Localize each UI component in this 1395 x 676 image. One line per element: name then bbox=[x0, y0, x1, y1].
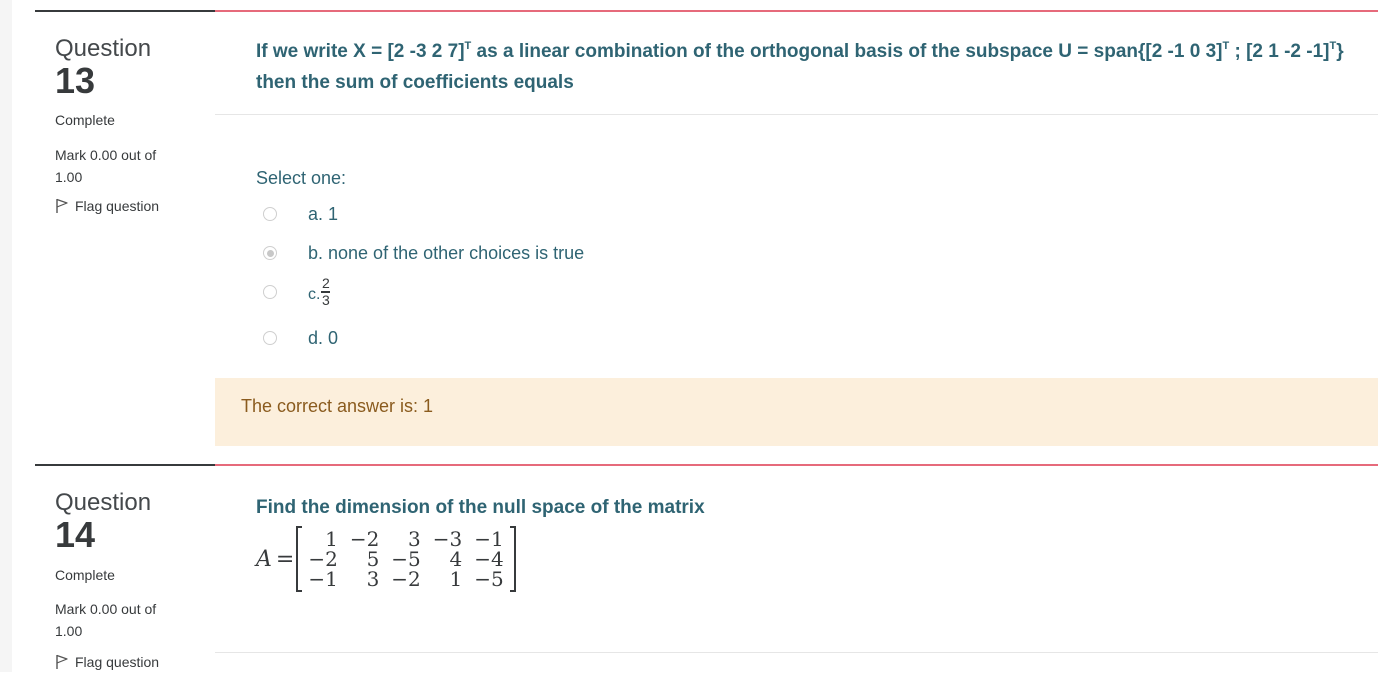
matrix-right-bracket bbox=[509, 526, 516, 592]
question-grade: Mark 0.00 out of 1.00 bbox=[55, 601, 157, 639]
matrix-cell: −4 bbox=[474, 547, 504, 571]
question-text: If we write X = [2 -3 2 7]T as a linear … bbox=[256, 36, 1348, 98]
feedback-box: The correct answer is: 1 bbox=[215, 378, 1378, 446]
answer-option-d[interactable]: d. 0 bbox=[256, 326, 856, 350]
flag-question-label: Flag question bbox=[75, 198, 160, 214]
question-content: Find the dimension of the null space of … bbox=[215, 464, 1378, 676]
option-c-fraction: 2 3 bbox=[321, 275, 331, 308]
question-text-part: If we write X = [2 -3 2 7] bbox=[256, 41, 465, 62]
option-c-label: c. 2 3 bbox=[308, 275, 331, 308]
matrix-cell: −2 bbox=[391, 567, 421, 591]
flag-question-label: Flag question bbox=[75, 654, 160, 670]
question-text-area: If we write X = [2 -3 2 7]T as a linear … bbox=[215, 12, 1378, 115]
select-one-prompt: Select one: bbox=[256, 168, 347, 188]
matrix-cell: 5 bbox=[366, 547, 380, 571]
question-label: Question bbox=[55, 35, 152, 62]
radio-b[interactable] bbox=[263, 246, 277, 260]
matrix-cell: −2 bbox=[308, 547, 338, 571]
option-b-label: b. none of the other choices is true bbox=[308, 242, 585, 263]
radio-a[interactable] bbox=[263, 207, 277, 221]
answer-option-a[interactable]: a. 1 bbox=[256, 202, 856, 226]
matrix-row: −2 5 −5 4 −4 bbox=[302, 549, 509, 569]
flag-question-link[interactable]: Flag question bbox=[55, 198, 159, 214]
question-text-part: ; [2 1 -2 -1] bbox=[1229, 41, 1330, 62]
radio-c[interactable] bbox=[263, 285, 277, 299]
question-number: 13 bbox=[55, 60, 96, 101]
question-text-part: as a linear combination of the orthogona… bbox=[471, 41, 1223, 62]
matrix-row: −1 3 −2 1 −5 bbox=[302, 569, 509, 589]
answer-option-b[interactable]: b. none of the other choices is true bbox=[256, 241, 856, 265]
question-13: Question 13 Complete Mark 0.00 out of 1.… bbox=[35, 10, 1378, 446]
question-text-area: Find the dimension of the null space of … bbox=[215, 466, 1378, 653]
matrix-cell: −5 bbox=[391, 547, 421, 571]
matrix-cell: 3 bbox=[408, 527, 421, 551]
question-state: Complete bbox=[55, 112, 115, 128]
matrix-cell: −1 bbox=[308, 567, 338, 591]
flag-question-link[interactable]: Flag question bbox=[55, 654, 159, 670]
matrix-cell: −5 bbox=[474, 567, 504, 591]
flag-icon bbox=[56, 198, 68, 213]
option-a-label: a. 1 bbox=[308, 203, 339, 224]
answer-option-c[interactable]: c. 2 3 bbox=[256, 275, 856, 308]
fraction-numerator: 2 bbox=[322, 275, 330, 292]
question-state: Complete bbox=[55, 567, 115, 583]
question-info: Question 13 Complete Mark 0.00 out of 1.… bbox=[35, 10, 215, 448]
matrix-cell: 1 bbox=[449, 567, 463, 591]
question-text: Find the dimension of the null space of … bbox=[256, 497, 705, 518]
question-number: 14 bbox=[55, 514, 96, 555]
matrix-cell: 3 bbox=[366, 567, 380, 591]
right-answer: The correct answer is: 1 bbox=[241, 396, 434, 416]
question-content: If we write X = [2 -3 2 7]T as a linear … bbox=[215, 10, 1378, 448]
matrix-table: 1 −2 3 −3 −1 −2 5 −5 4 −4 −1 3 −2 1 −5 bbox=[302, 529, 509, 589]
question-grade: Mark 0.00 out of 1.00 bbox=[55, 147, 157, 185]
matrix-cell: −1 bbox=[474, 527, 504, 551]
question-14: Question 14 Complete Mark 0.00 out of 1.… bbox=[35, 464, 1378, 674]
matrix-cell: 1 bbox=[325, 527, 338, 551]
option-d-label: d. 0 bbox=[308, 327, 339, 348]
question-label: Question bbox=[55, 489, 152, 516]
question-info: Question 14 Complete Mark 0.00 out of 1.… bbox=[35, 464, 215, 676]
flag-icon bbox=[56, 654, 68, 669]
matrix-cell: −2 bbox=[349, 527, 380, 551]
matrix-cell: −3 bbox=[432, 527, 463, 551]
matrix-equals: = bbox=[275, 546, 295, 572]
matrix-expression: A = 1 −2 3 −3 −1 −2 5 −5 4 −4 −1 3 −2 1 … bbox=[256, 526, 516, 592]
matrix-cell: 4 bbox=[449, 547, 463, 571]
matrix-row: 1 −2 3 −3 −1 bbox=[302, 529, 509, 549]
fraction-denominator: 3 bbox=[322, 291, 330, 308]
page-left-edge bbox=[0, 0, 12, 672]
radio-d[interactable] bbox=[263, 331, 277, 345]
matrix-name: A bbox=[256, 546, 272, 572]
option-c-prefix: c. bbox=[308, 286, 321, 303]
